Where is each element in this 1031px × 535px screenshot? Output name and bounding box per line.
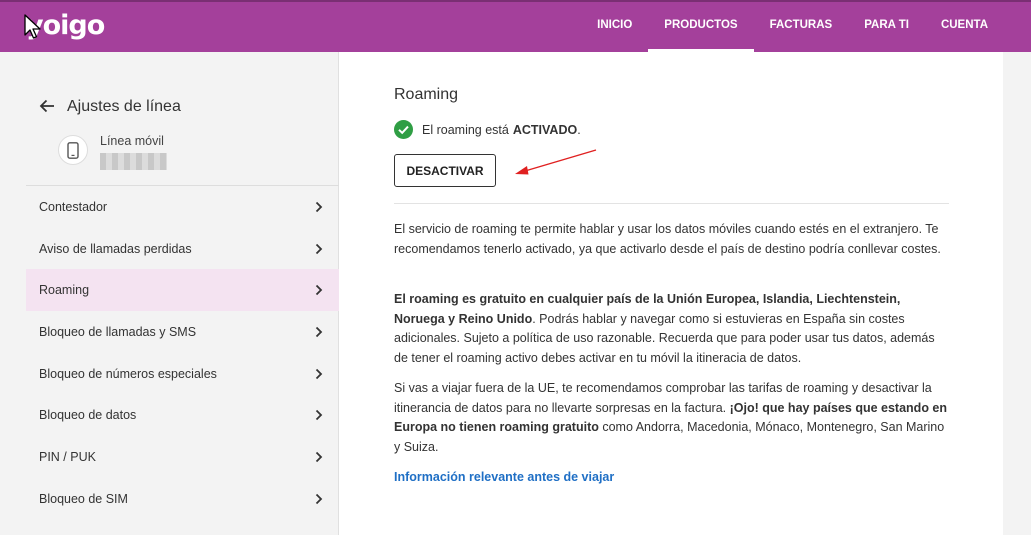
chevron-right-icon	[315, 493, 323, 504]
line-label: Línea móvil	[100, 134, 164, 148]
chevron-right-icon	[315, 243, 323, 254]
sidebar-title: Ajustes de línea	[67, 98, 181, 115]
menu-item-bloqueo-numeros-especiales[interactable]: Bloqueo de números especiales	[26, 353, 339, 395]
divider	[394, 203, 949, 204]
travel-info-link[interactable]: Información relevante antes de viajar	[394, 470, 614, 484]
menu-item-label: Contestador	[39, 199, 108, 214]
nav-inicio[interactable]: INICIO	[581, 2, 648, 52]
mouse-cursor-icon	[24, 14, 41, 39]
chevron-right-icon	[315, 368, 323, 379]
chevron-right-icon	[315, 326, 323, 338]
top-navigation-bar: yoigo INICIO PRODUCTOS FACTURAS PARA TI …	[0, 0, 1031, 52]
red-annotation-arrow-icon	[515, 149, 597, 175]
right-gutter	[1003, 52, 1031, 535]
chevron-right-icon	[315, 201, 323, 212]
blurred-phone-number	[100, 153, 167, 170]
menu-item-label: Aviso de llamadas perdidas	[39, 241, 192, 256]
phone-avatar	[58, 135, 88, 165]
nav-productos[interactable]: PRODUCTOS	[648, 2, 754, 52]
roaming-status: El roaming está ACTIVADO .	[394, 120, 581, 139]
menu-item-label: Bloqueo de SIM	[39, 491, 128, 506]
main-nav: INICIO PRODUCTOS FACTURAS PARA TI CUENTA	[581, 2, 1004, 52]
sidebar-header: Ajustes de línea Línea móvil	[26, 52, 339, 186]
menu-item-label: Bloqueo de datos	[39, 408, 137, 423]
roaming-panel: Roaming El roaming está ACTIVADO . DESAC…	[339, 52, 1003, 535]
status-prefix: El roaming está	[422, 122, 509, 137]
arrow-left-icon[interactable]	[38, 97, 56, 115]
status-value: ACTIVADO	[512, 122, 578, 137]
menu-item-label: Bloqueo de números especiales	[39, 366, 217, 381]
menu-item-label: Roaming	[39, 283, 90, 298]
nav-cuenta[interactable]: CUENTA	[925, 2, 1004, 52]
check-circle-icon	[394, 120, 413, 139]
roaming-description: El servicio de roaming te permite hablar…	[394, 222, 941, 256]
menu-item-bloqueo-datos[interactable]: Bloqueo de datos	[26, 394, 339, 436]
page-title: Roaming	[394, 86, 459, 103]
menu-item-contestador[interactable]: Contestador	[26, 186, 339, 228]
status-suffix: .	[577, 122, 581, 137]
nav-facturas[interactable]: FACTURAS	[754, 2, 849, 52]
roaming-eu-info: El roaming es gratuito en cualquier país…	[394, 290, 949, 368]
menu-item-aviso-llamadas[interactable]: Aviso de llamadas perdidas	[26, 228, 339, 270]
chevron-right-icon	[315, 410, 323, 421]
settings-menu: Contestador Aviso de llamadas perdidas R…	[26, 186, 339, 520]
sidebar: Ajustes de línea Línea móvil Contestador…	[6, 52, 339, 535]
menu-item-bloqueo-llamadas-sms[interactable]: Bloqueo de llamadas y SMS	[26, 311, 339, 353]
chevron-right-icon	[315, 285, 323, 296]
menu-item-label: Bloqueo de llamadas y SMS	[39, 324, 197, 339]
smartphone-icon	[67, 142, 79, 159]
nav-para-ti[interactable]: PARA TI	[848, 2, 925, 52]
roaming-outside-eu-info: Si vas a viajar fuera de la UE, te recom…	[394, 379, 949, 457]
menu-item-pin-puk[interactable]: PIN / PUK	[26, 436, 339, 478]
menu-item-roaming[interactable]: Roaming	[26, 269, 339, 312]
menu-item-bloqueo-sim[interactable]: Bloqueo de SIM	[26, 478, 339, 520]
deactivate-button[interactable]: DESACTIVAR	[394, 154, 496, 187]
menu-item-label: PIN / PUK	[39, 449, 96, 464]
chevron-right-icon	[315, 451, 323, 463]
